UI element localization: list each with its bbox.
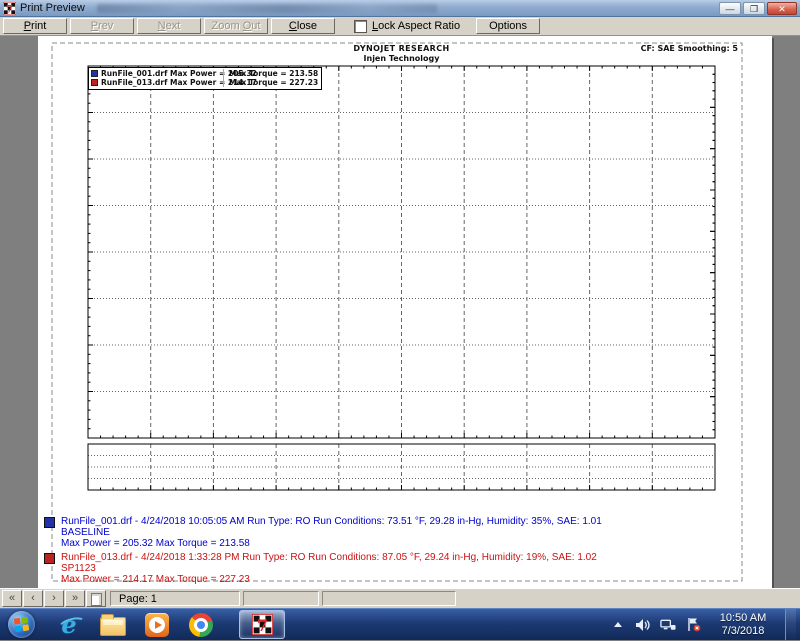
- lock-aspect-ratio-group: Lock Aspect Ratio: [354, 20, 460, 33]
- gridlines: [88, 66, 715, 490]
- legend-swatch: [91, 70, 98, 77]
- report-page: DYNOJET RESEARCH Injen Technology CF: SA…: [38, 36, 772, 588]
- screen: { "window": { "title": "Print Preview" }…: [0, 0, 800, 640]
- window-title: Print Preview: [20, 2, 85, 14]
- media-player-icon[interactable]: [144, 612, 170, 638]
- legend-file-power: RunFile_013.drf Max Power = 214.17: [101, 78, 219, 87]
- hidden-icons-arrow-icon[interactable]: [610, 617, 626, 633]
- show-desktop-button[interactable]: [785, 609, 796, 641]
- internet-explorer-icon[interactable]: e: [56, 612, 82, 638]
- winpep7-icon: 7: [252, 614, 273, 635]
- clock-time: 10:50 AM: [710, 612, 776, 625]
- legend-torque: Max Torque = 213.58: [223, 69, 318, 78]
- report-header-title: DYNOJET RESEARCH: [88, 44, 715, 53]
- svg-text:7: 7: [256, 616, 267, 635]
- print-margin: [52, 43, 742, 581]
- chrome-icon[interactable]: [188, 612, 214, 638]
- run-info-block: RunFile_013.drf - 4/24/2018 1:33:28 PM R…: [44, 552, 597, 585]
- status-bar: «‹›» Page: 1: [0, 588, 800, 608]
- last-page-button[interactable]: »: [65, 590, 85, 607]
- legend-file-power: RunFile_001.drf Max Power = 205.32: [101, 69, 219, 78]
- legend-row: RunFile_013.drf Max Power = 214.17 Max To…: [91, 78, 318, 87]
- dyno-chart: [38, 36, 772, 588]
- system-tray: 10:50 AM 7/3/2018: [610, 609, 800, 641]
- minimize-button[interactable]: —: [719, 2, 741, 15]
- page-setup-button[interactable]: [86, 590, 106, 607]
- options-button[interactable]: Options: [476, 18, 540, 34]
- status-panel-2: [243, 591, 319, 606]
- preview-area: DYNOJET RESEARCH Injen Technology CF: SA…: [0, 36, 800, 588]
- svg-text:7: 7: [6, 4, 13, 15]
- legend-torque: Max Torque = 227.23: [223, 78, 318, 87]
- lock-aspect-ratio-label: Lock Aspect Ratio: [372, 20, 460, 32]
- restore-button[interactable]: ❐: [743, 2, 765, 15]
- toolbar: PrintPrevNextZoom OutClose Lock Aspect R…: [0, 17, 800, 36]
- page-icon: [91, 593, 102, 606]
- page-number-panel: Page: 1: [110, 591, 240, 606]
- app-icon: 7: [3, 2, 16, 15]
- windows-explorer-icon[interactable]: [100, 612, 126, 638]
- lock-aspect-ratio-checkbox[interactable]: [354, 20, 367, 33]
- toolbar-buttons: PrintPrevNextZoom OutClose: [3, 18, 338, 34]
- report-correction-factor: CF: SAE Smoothing: 5: [641, 44, 738, 53]
- winpep7-taskbar-button[interactable]: 7: [239, 610, 285, 639]
- close-window-button[interactable]: ✕: [767, 2, 797, 15]
- windows-flag-icon: [13, 616, 30, 633]
- close-button[interactable]: Close: [271, 18, 335, 34]
- print-button[interactable]: Print: [3, 18, 67, 34]
- taskbar: e 7: [0, 608, 800, 640]
- legend-swatch: [91, 79, 98, 86]
- run-info-text: RunFile_001.drf - 4/24/2018 10:05:05 AM …: [61, 516, 602, 549]
- report-header-subtitle: Injen Technology: [88, 54, 715, 63]
- action-center-flag-icon[interactable]: [685, 617, 701, 633]
- status-panel-3: [322, 591, 456, 606]
- title-bar: 7 Print Preview — ❐ ✕: [0, 0, 800, 17]
- zoom-out-button: Zoom Out: [204, 18, 268, 34]
- volume-icon[interactable]: [635, 617, 651, 633]
- network-icon[interactable]: [660, 617, 676, 633]
- run-swatch: [44, 517, 55, 528]
- first-page-button[interactable]: «: [2, 590, 22, 607]
- run-info-text: RunFile_013.drf - 4/24/2018 1:33:28 PM R…: [61, 552, 597, 585]
- run-swatch: [44, 553, 55, 564]
- clock-date: 7/3/2018: [710, 625, 776, 638]
- taskbar-clock[interactable]: 10:50 AM 7/3/2018: [710, 612, 776, 638]
- redacted-title-text: [97, 4, 437, 13]
- next-button: Next: [137, 18, 201, 34]
- chart-legend: RunFile_001.drf Max Power = 205.32 Max To…: [88, 67, 322, 90]
- start-button[interactable]: [8, 611, 35, 638]
- page-nav-buttons: «‹›»: [2, 590, 86, 607]
- next-page-button[interactable]: ›: [44, 590, 64, 607]
- prev-button: Prev: [70, 18, 134, 34]
- legend-row: RunFile_001.drf Max Power = 205.32 Max To…: [91, 69, 318, 78]
- prev-page-button[interactable]: ‹: [23, 590, 43, 607]
- run-info-block: RunFile_001.drf - 4/24/2018 10:05:05 AM …: [44, 516, 602, 549]
